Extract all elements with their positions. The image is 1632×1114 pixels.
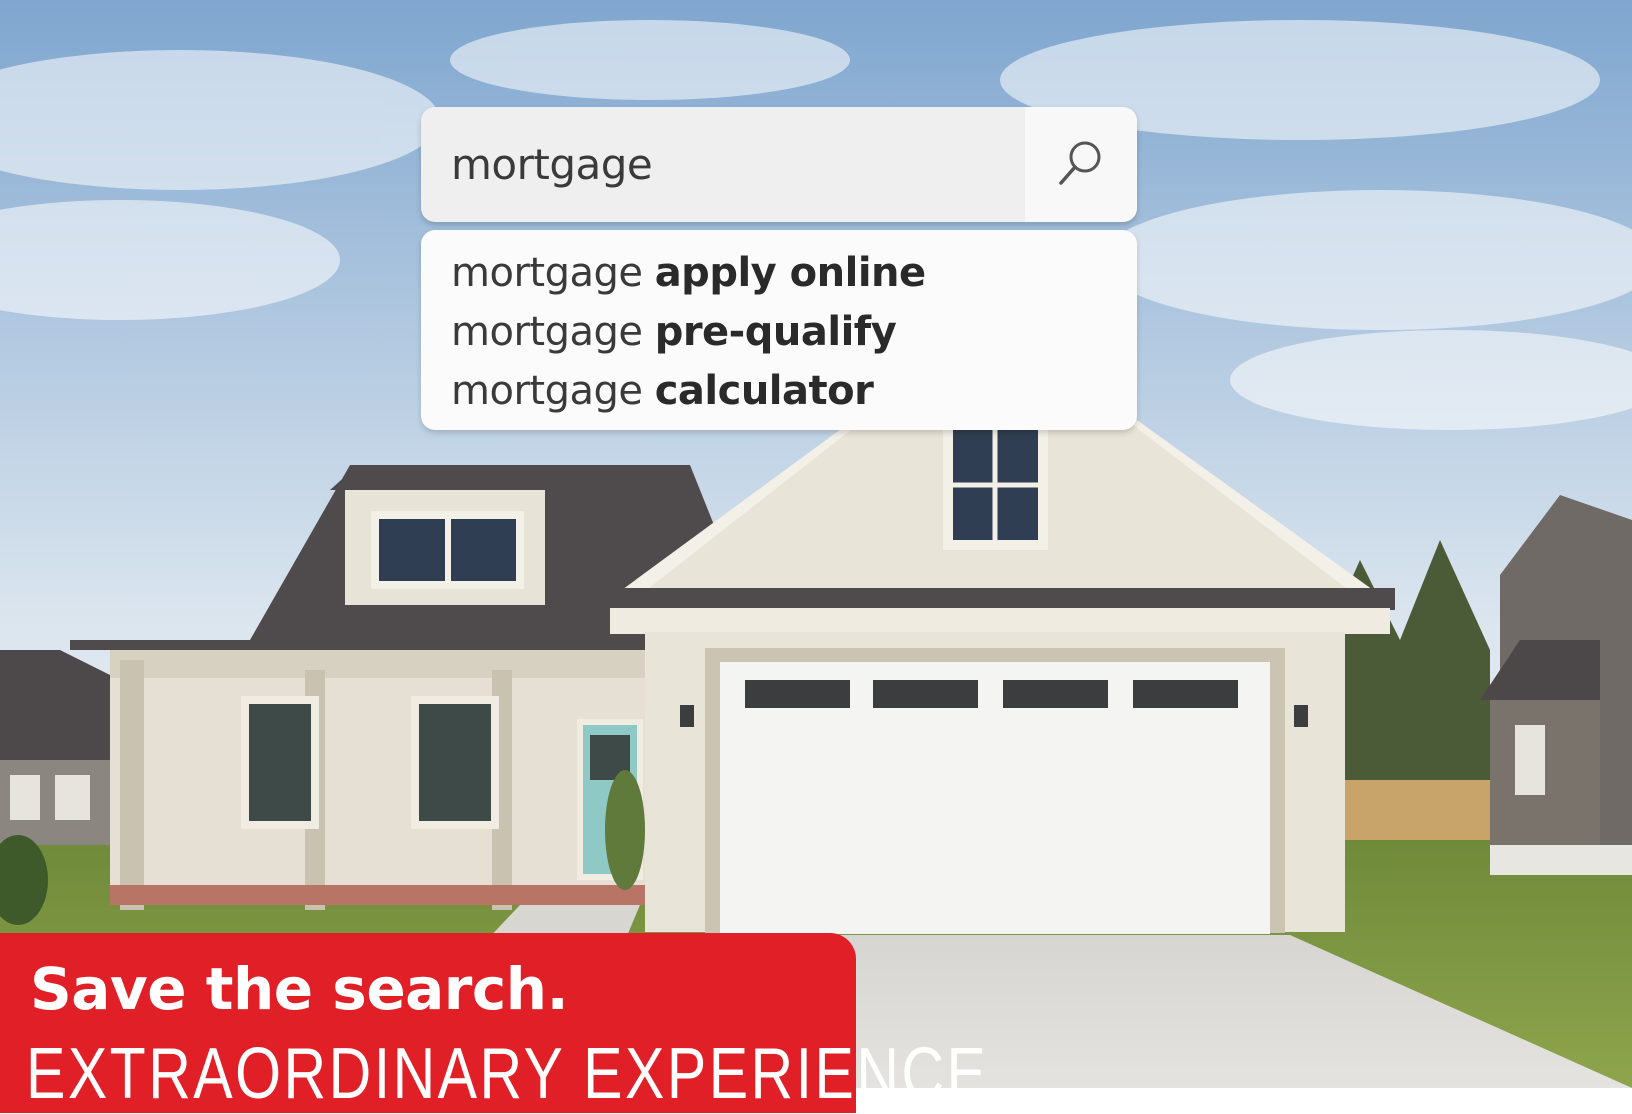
suggestion-completion: pre-qualify [654, 309, 897, 355]
search-box [421, 107, 1137, 222]
search-button[interactable] [1025, 107, 1137, 222]
suggestion-apply-online[interactable]: mortgage apply online [451, 244, 1137, 303]
suggestion-completion: calculator [654, 368, 874, 414]
banner-tagline: EXTRAORDINARY EXPERIENCE [26, 1034, 989, 1114]
search-input[interactable] [421, 107, 1021, 222]
banner-headline: Save the search. [30, 955, 569, 1023]
suggestion-completion: apply online [654, 250, 926, 296]
search-icon [1055, 137, 1107, 193]
search-suggestions: mortgage apply online mortgage pre-quali… [421, 230, 1137, 430]
suggestion-prefix: mortgage [451, 250, 643, 296]
suggestion-prefix: mortgage [451, 309, 643, 355]
suggestion-prefix: mortgage [451, 368, 643, 414]
suggestion-pre-qualify[interactable]: mortgage pre-qualify [451, 303, 1137, 362]
suggestion-calculator[interactable]: mortgage calculator [451, 362, 1137, 421]
